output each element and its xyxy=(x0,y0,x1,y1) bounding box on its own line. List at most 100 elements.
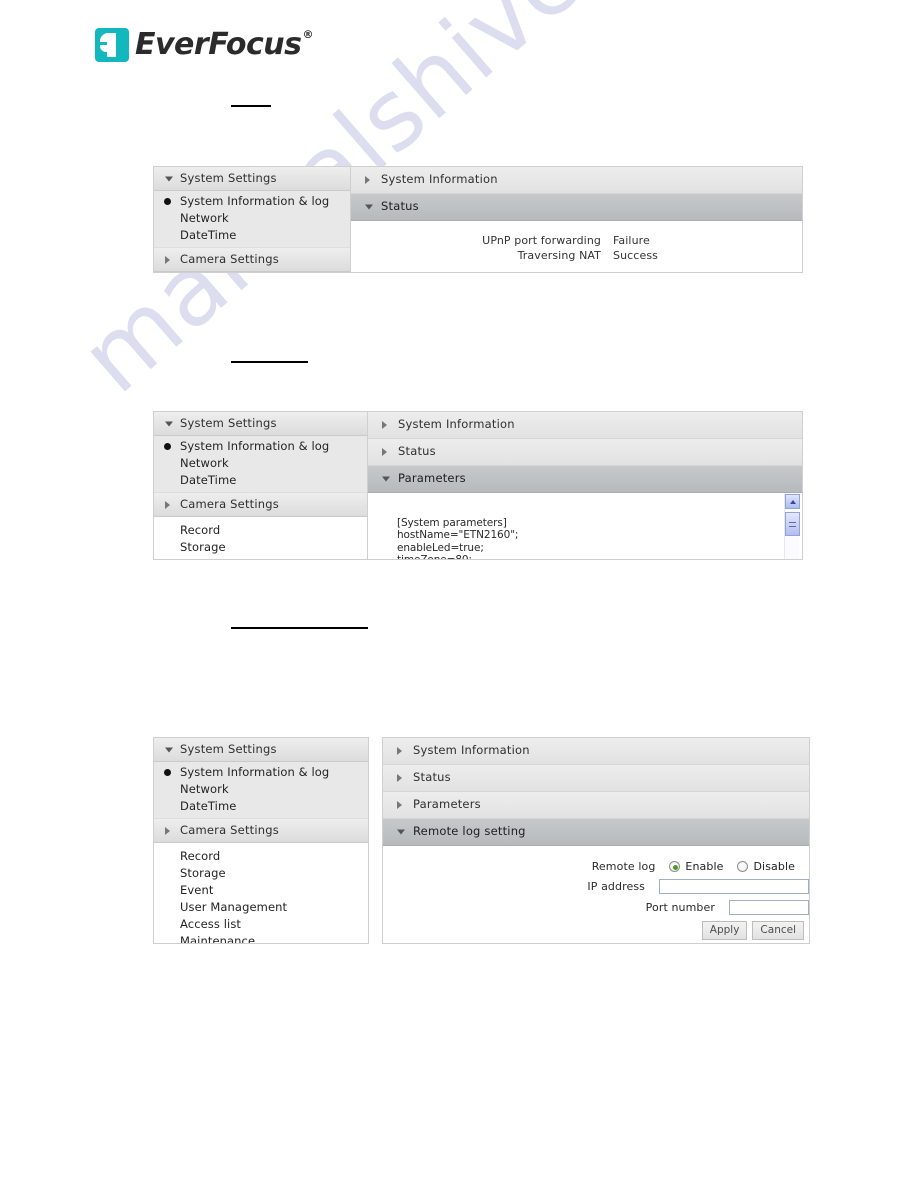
accordion-system-information[interactable]: System Information xyxy=(383,738,809,765)
sidebar-group-camera-settings[interactable]: Camera Settings xyxy=(154,248,350,272)
everfocus-logo: EverFocus ® xyxy=(95,28,313,62)
status-key: Traversing NAT xyxy=(517,249,601,262)
sidebar-item-label: System Information & log xyxy=(180,194,330,208)
selected-bullet-icon xyxy=(164,198,171,205)
screenshot-remote-log: System Settings System Information & log… xyxy=(153,737,810,944)
accordion-label: Parameters xyxy=(398,471,466,485)
ip-address-label: IP address xyxy=(587,880,645,893)
accordion-label: Parameters xyxy=(413,797,481,811)
settings-content: System Information Status UPnP port forw… xyxy=(350,166,803,273)
panel-divider xyxy=(369,737,382,944)
accordion-system-information[interactable]: System Information xyxy=(368,412,802,439)
sidebar-item-storage[interactable]: Storage xyxy=(154,539,367,556)
selected-bullet-icon xyxy=(164,769,171,776)
sidebar-group-label: Camera Settings xyxy=(180,823,279,837)
sidebar-item-event[interactable]: Event xyxy=(154,556,367,559)
sidebar-system-items: System Information & log Network DateTim… xyxy=(154,436,367,493)
parameters-textarea[interactable]: [System parameters] hostName="ETN2160"; … xyxy=(368,493,802,559)
chevron-down-icon xyxy=(165,747,173,752)
screenshot-status: System Settings System Information & log… xyxy=(153,166,803,273)
sidebar-item-system-information-log[interactable]: System Information & log xyxy=(154,438,367,455)
apply-button[interactable]: Apply xyxy=(701,921,748,940)
ip-address-input[interactable] xyxy=(659,879,809,894)
settings-content: System Information Status Parameters Rem… xyxy=(382,737,810,944)
status-value: Success xyxy=(613,249,658,262)
sidebar-group-label: System Settings xyxy=(180,416,277,430)
sidebar-item-user-management[interactable]: User Management xyxy=(154,899,368,916)
accordion-parameters[interactable]: Parameters xyxy=(383,792,809,819)
sidebar-item-label: System Information & log xyxy=(180,765,330,779)
sidebar-item-maintenance[interactable]: Maintenance xyxy=(154,933,368,944)
sidebar-system-items: System Information & log Network DateTim… xyxy=(154,191,350,248)
heading-rule-2 xyxy=(231,361,308,363)
settings-sidebar: System Settings System Information & log… xyxy=(153,737,369,944)
status-value: Failure xyxy=(613,234,650,247)
sidebar-camera-items: Record Storage Event xyxy=(154,517,367,559)
accordion-system-information[interactable]: System Information xyxy=(351,167,802,194)
chevron-right-icon xyxy=(382,448,387,456)
table-row: UPnP port forwarding Failure xyxy=(351,233,802,248)
sidebar-group-label: System Settings xyxy=(180,742,277,756)
sidebar-item-access-list[interactable]: Access list xyxy=(154,916,368,933)
sidebar-item-datetime[interactable]: DateTime xyxy=(154,227,350,244)
sidebar-item-label: Maintenance xyxy=(180,934,256,944)
sidebar-item-event[interactable]: Event xyxy=(154,882,368,899)
sidebar-item-network[interactable]: Network xyxy=(154,781,368,798)
port-number-input[interactable] xyxy=(729,900,809,915)
sidebar-item-system-information-log[interactable]: System Information & log xyxy=(154,193,350,210)
form-row-actions: Apply Cancel xyxy=(383,921,809,940)
radio-disable-label: Disable xyxy=(753,860,795,873)
sidebar-item-datetime[interactable]: DateTime xyxy=(154,798,368,815)
sidebar-group-camera-settings[interactable]: Camera Settings xyxy=(154,819,368,843)
accordion-parameters[interactable]: Parameters xyxy=(368,466,802,493)
sidebar-item-label: User Management xyxy=(180,900,288,914)
accordion-status[interactable]: Status xyxy=(351,194,802,221)
status-table: UPnP port forwarding Failure Traversing … xyxy=(351,233,802,263)
sidebar-item-storage[interactable]: Storage xyxy=(154,865,368,882)
accordion-remote-log-setting[interactable]: Remote log setting xyxy=(383,819,809,846)
accordion-label: System Information xyxy=(413,743,530,757)
everfocus-f-mark-icon xyxy=(95,28,129,62)
sidebar-group-system-settings[interactable]: System Settings xyxy=(154,738,368,762)
chevron-right-icon xyxy=(397,774,402,782)
brand-name: EverFocus xyxy=(135,27,302,62)
scroll-up-arrow-icon[interactable] xyxy=(785,494,800,509)
accordion-status[interactable]: Status xyxy=(383,765,809,792)
radio-disable[interactable] xyxy=(737,861,749,872)
status-panel-body: UPnP port forwarding Failure Traversing … xyxy=(351,221,802,263)
sidebar-item-network[interactable]: Network xyxy=(154,210,350,227)
sidebar-group-system-settings[interactable]: System Settings xyxy=(154,412,367,436)
cancel-button[interactable]: Cancel xyxy=(752,921,804,940)
parameters-scrollbar[interactable] xyxy=(784,494,800,559)
sidebar-group-label: Camera Settings xyxy=(180,252,279,266)
table-row: Traversing NAT Success xyxy=(351,248,802,263)
registered-mark: ® xyxy=(302,28,314,41)
accordion-label: System Information xyxy=(381,172,498,186)
sidebar-item-record[interactable]: Record xyxy=(154,848,368,865)
chevron-right-icon xyxy=(397,747,402,755)
sidebar-item-label: DateTime xyxy=(180,473,237,487)
settings-sidebar: System Settings System Information & log… xyxy=(153,166,350,273)
sidebar-system-items: System Information & log Network DateTim… xyxy=(154,762,368,819)
heading-rule-3 xyxy=(231,627,368,629)
sidebar-item-label: System Information & log xyxy=(180,439,330,453)
sidebar-group-camera-settings[interactable]: Camera Settings xyxy=(154,493,367,517)
form-row-ip-address: IP address xyxy=(383,879,809,894)
radio-enable[interactable] xyxy=(669,861,681,872)
sidebar-item-datetime[interactable]: DateTime xyxy=(154,472,367,489)
settings-content: System Information Status Parameters [Sy… xyxy=(367,411,803,560)
sidebar-item-network[interactable]: Network xyxy=(154,455,367,472)
scroll-thumb[interactable] xyxy=(785,512,800,536)
sidebar-camera-items: Record Storage Event User Management Acc… xyxy=(154,843,368,944)
sidebar-item-record[interactable]: Record xyxy=(154,522,367,539)
sidebar-item-system-information-log[interactable]: System Information & log xyxy=(154,764,368,781)
radio-enable-label: Enable xyxy=(685,860,724,873)
settings-sidebar: System Settings System Information & log… xyxy=(153,411,367,560)
chevron-down-icon xyxy=(165,176,173,181)
chevron-down-icon xyxy=(365,204,373,210)
accordion-status[interactable]: Status xyxy=(368,439,802,466)
sidebar-item-label: Network xyxy=(180,456,229,470)
sidebar-item-label: Event xyxy=(180,557,213,559)
sidebar-group-system-settings[interactable]: System Settings xyxy=(154,167,350,191)
sidebar-item-label: DateTime xyxy=(180,228,237,242)
